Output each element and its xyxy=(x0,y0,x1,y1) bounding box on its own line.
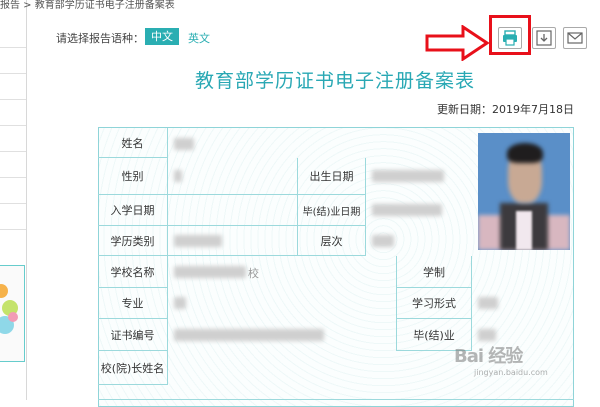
label-name: 姓名 xyxy=(98,128,168,158)
label-enroll-date: 入学日期 xyxy=(98,195,168,226)
sidebar-divider xyxy=(0,73,26,74)
sidebar-divider xyxy=(0,151,26,152)
cell-gender-value xyxy=(168,158,298,195)
value-gender-blurred xyxy=(174,170,182,182)
print-button[interactable] xyxy=(498,27,522,49)
table-bottom-row xyxy=(98,385,574,400)
sidebar-divider xyxy=(0,229,26,230)
baidu-watermark: Bai 经验 xyxy=(454,346,523,367)
sidebar-divider xyxy=(0,125,26,126)
language-option-chinese[interactable]: 中文 xyxy=(145,28,179,45)
value-cert-no-blurred xyxy=(174,329,324,341)
student-photo xyxy=(478,133,570,250)
label-gender: 性别 xyxy=(98,158,168,195)
value-level-blurred xyxy=(372,235,394,247)
mail-button[interactable] xyxy=(563,27,587,49)
label-level: 层次 xyxy=(298,226,366,256)
value-grad-status-blurred xyxy=(478,329,496,341)
breadcrumb: 报告 > 教育部学历证书电子注册备案表 xyxy=(0,0,175,11)
download-button[interactable] xyxy=(532,27,556,49)
baidu-watermark-url: jingyan.baidu.com xyxy=(474,368,548,377)
label-school: 学校名称 xyxy=(98,256,168,288)
update-date: 更新日期：2019年7月18日 xyxy=(437,103,574,116)
label-president: 校(院)长姓名 xyxy=(98,351,168,385)
language-option-english[interactable]: 英文 xyxy=(188,30,210,46)
sidebar-divider xyxy=(0,177,26,178)
thumb-dot xyxy=(0,284,8,298)
sidebar-thumbnail[interactable] xyxy=(0,265,25,362)
value-edu-type-blurred xyxy=(174,235,222,247)
cell-enroll-value xyxy=(168,195,298,226)
value-major-blurred xyxy=(174,297,186,309)
label-cert-no: 证书编号 xyxy=(98,319,168,351)
page-title: 教育部学历证书电子注册备案表 xyxy=(194,70,475,92)
value-grad-date-blurred xyxy=(372,204,442,216)
sidebar-divider xyxy=(0,203,26,204)
label-duration: 学制 xyxy=(396,256,472,288)
label-grad-date: 毕(结)业日期 xyxy=(298,195,366,226)
value-school-blurred xyxy=(174,266,246,278)
sidebar-divider xyxy=(0,47,26,48)
print-icon xyxy=(503,30,517,46)
label-study-form: 学习形式 xyxy=(396,288,472,319)
label-birth-date: 出生日期 xyxy=(298,158,366,195)
label-major: 专业 xyxy=(98,288,168,319)
thumb-dot xyxy=(8,312,18,322)
value-study-form-blurred xyxy=(478,297,498,309)
school-suffix: 校 xyxy=(248,267,259,280)
value-name-blurred xyxy=(174,138,194,150)
download-icon xyxy=(536,30,552,46)
value-birth-date-blurred xyxy=(372,170,444,182)
sidebar-divider xyxy=(0,99,26,100)
photo-collar xyxy=(516,211,532,250)
label-edu-type: 学历类别 xyxy=(98,226,168,256)
language-label: 请选择报告语种： xyxy=(56,32,144,45)
mail-icon xyxy=(567,32,583,44)
red-arrow-annotation xyxy=(425,25,489,61)
left-sidebar xyxy=(0,0,27,400)
photo-hair xyxy=(507,143,543,163)
